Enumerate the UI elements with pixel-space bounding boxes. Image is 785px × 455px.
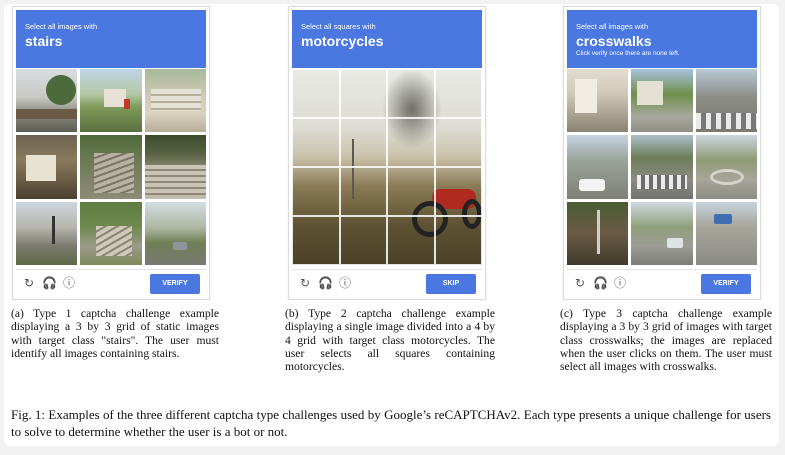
grid-square[interactable] (339, 216, 387, 265)
grid-square[interactable] (339, 69, 387, 118)
image-tile[interactable] (567, 201, 629, 265)
captcha-widget-stairs: Select all images with stairs ↻ 🎧 ⓘ VERI… (12, 6, 210, 300)
image-tile[interactable] (567, 69, 629, 133)
captcha-header: Select all images with crosswalks Click … (567, 10, 757, 68)
grid-square[interactable] (292, 118, 340, 167)
captcha-footer: ↻ 🎧 ⓘ VERIFY (16, 269, 206, 298)
headphones-icon[interactable]: 🎧 (593, 276, 608, 290)
captcha-footer: ↻ 🎧 ⓘ SKIP (292, 269, 482, 298)
skip-button[interactable]: SKIP (426, 274, 476, 294)
grid-square[interactable] (292, 216, 340, 265)
image-tile[interactable] (631, 69, 693, 133)
headphones-icon[interactable]: 🎧 (318, 276, 333, 290)
grid-square[interactable] (387, 167, 435, 216)
image-tile[interactable] (80, 69, 142, 133)
grid-square[interactable] (387, 69, 435, 118)
figure-page: Select all images with stairs ↻ 🎧 ⓘ VERI… (4, 4, 779, 446)
image-grid (16, 69, 206, 265)
captcha-header: Select all images with stairs (16, 10, 206, 68)
image-tile[interactable] (80, 135, 142, 199)
image-tile[interactable] (695, 135, 757, 199)
grid-square[interactable] (434, 69, 482, 118)
grid-square[interactable] (434, 167, 482, 216)
captcha-instruction: Select all squares with (301, 22, 376, 31)
captcha-instruction: Select all images with (25, 22, 98, 31)
image-grid (567, 69, 757, 265)
subcaption-c: (c) Type 3 captcha challenge example dis… (560, 307, 772, 374)
reload-icon[interactable]: ↻ (573, 276, 587, 290)
image-tile[interactable] (16, 69, 78, 133)
subcaption-a: (a) Type 1 captcha challenge example dis… (11, 307, 219, 360)
square-grid (292, 69, 482, 265)
image-tile[interactable] (631, 135, 693, 199)
image-tile[interactable] (16, 135, 78, 199)
grid-square[interactable] (387, 216, 435, 265)
captcha-note: Click verify once there are none left. (576, 50, 680, 57)
captcha-target: motorcycles (301, 33, 384, 49)
grid-square[interactable] (339, 167, 387, 216)
captcha-footer: ↻ 🎧 ⓘ VERIFY (567, 269, 757, 298)
captcha-target: crosswalks (576, 33, 652, 49)
image-tile[interactable] (80, 201, 142, 265)
image-tile[interactable] (695, 201, 757, 265)
info-icon[interactable]: ⓘ (62, 276, 76, 290)
verify-button[interactable]: VERIFY (150, 274, 200, 294)
info-icon[interactable]: ⓘ (613, 276, 627, 290)
grid-square[interactable] (434, 216, 482, 265)
image-tile[interactable] (695, 69, 757, 133)
captcha-widget-crosswalks: Select all images with crosswalks Click … (563, 6, 761, 300)
image-tile[interactable] (144, 69, 206, 133)
grid-square[interactable] (434, 118, 482, 167)
image-tile[interactable] (631, 201, 693, 265)
image-tile[interactable] (144, 201, 206, 265)
image-tile[interactable] (16, 201, 78, 265)
image-tile[interactable] (567, 135, 629, 199)
grid-square[interactable] (387, 118, 435, 167)
verify-button[interactable]: VERIFY (701, 274, 751, 294)
image-tile[interactable] (144, 135, 206, 199)
grid-square[interactable] (292, 167, 340, 216)
reload-icon[interactable]: ↻ (22, 276, 36, 290)
info-icon[interactable]: ⓘ (338, 276, 352, 290)
captcha-instruction: Select all images with (576, 22, 649, 31)
subcaption-b: (b) Type 2 captcha challenge example dis… (285, 307, 495, 374)
grid-square[interactable] (339, 118, 387, 167)
captcha-header: Select all squares with motorcycles (292, 10, 482, 68)
captcha-widget-motorcycles: Select all squares with motorcycles ↻ 🎧 … (288, 6, 486, 300)
reload-icon[interactable]: ↻ (298, 276, 312, 290)
headphones-icon[interactable]: 🎧 (42, 276, 57, 290)
figure-caption: Fig. 1: Examples of the three different … (11, 407, 771, 439)
captcha-target: stairs (25, 33, 63, 49)
grid-square[interactable] (292, 69, 340, 118)
